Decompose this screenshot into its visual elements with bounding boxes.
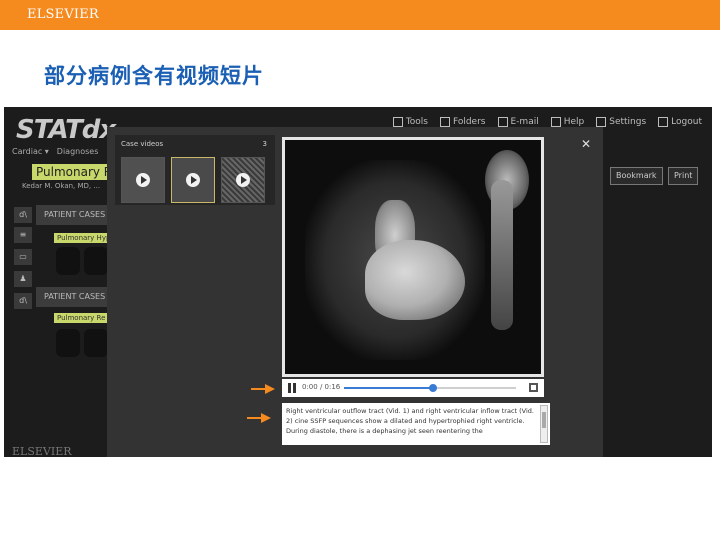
footer-logo: ELSEVIER	[12, 445, 72, 457]
play-icon	[236, 173, 250, 187]
case-thumbnail[interactable]	[56, 247, 80, 275]
seek-progress	[344, 387, 434, 389]
folders-icon	[439, 117, 450, 127]
settings-icon	[596, 117, 607, 127]
patient-cases-header[interactable]: PATIENT CASES	[36, 205, 114, 225]
video-modal: Case videos 3 ✕ 0:00 / 0:16 Right ventri…	[107, 127, 603, 457]
print-button[interactable]: Print	[668, 167, 699, 185]
seek-bar[interactable]	[344, 384, 516, 392]
toolbar-label: Help	[563, 117, 585, 127]
logout-button[interactable]: Logout	[658, 117, 702, 127]
help-button[interactable]: Help	[550, 117, 585, 127]
author-line: Kedar M. Okan, MD, ...	[22, 182, 101, 190]
email-button[interactable]: E-mail	[497, 117, 539, 127]
list-icon[interactable]: ≡	[14, 227, 32, 243]
scrollbar-thumb[interactable]	[542, 412, 546, 428]
close-icon[interactable]: ✕	[581, 137, 591, 151]
play-icon	[136, 173, 150, 187]
patient-cases-header[interactable]: PATIENT CASES	[36, 287, 114, 307]
toolbar-label: Settings	[609, 117, 647, 127]
mri-heart	[365, 240, 465, 320]
caption-text: Right ventricular outflow tract (Vid. 1)…	[286, 407, 534, 435]
video-caption: Right ventricular outflow tract (Vid. 1)…	[282, 403, 550, 445]
app-logo: STATdx	[16, 115, 116, 145]
tools-button[interactable]: Tools	[392, 117, 428, 127]
tools-icon	[392, 117, 403, 127]
help-icon	[550, 117, 561, 127]
toolbar-label: Logout	[671, 117, 702, 127]
video-thumbnail-2[interactable]	[171, 157, 215, 203]
logout-icon	[658, 117, 669, 127]
top-bar: ELSEVIER	[0, 0, 720, 30]
nav-item[interactable]: Diagnoses	[57, 147, 99, 156]
case-thumbnail[interactable]	[84, 247, 108, 275]
time-readout: 0:00 / 0:16	[302, 383, 341, 391]
top-toolbar: Tools Folders E-mail Help Settings Logout	[392, 117, 702, 127]
bookmark-button[interactable]: Bookmark	[610, 167, 663, 185]
nav-item[interactable]: Cardiac ▾	[12, 147, 49, 156]
email-icon	[497, 117, 508, 127]
video-thumbnail-1[interactable]	[121, 157, 165, 203]
toolbar-label: E-mail	[510, 117, 539, 127]
fullscreen-icon[interactable]	[529, 383, 538, 392]
breadcrumb: Cardiac ▾ Diagnoses	[12, 147, 98, 156]
case-videos-count: 3	[262, 140, 267, 148]
publisher-logo: ELSEVIER	[27, 7, 99, 22]
case-videos-panel: Case videos 3	[115, 135, 275, 205]
case-videos-title: Case videos	[121, 140, 164, 148]
video-thumbnail-3[interactable]	[221, 157, 265, 203]
mri-vessel	[491, 180, 513, 330]
pause-icon[interactable]	[288, 383, 296, 393]
case-sublabel[interactable]: Pulmonary Re	[54, 313, 112, 323]
play-icon	[186, 173, 200, 187]
image-icon[interactable]: ▭	[14, 249, 32, 265]
toolbar-label: Folders	[452, 117, 486, 127]
ddx-case-icon[interactable]: d\	[14, 293, 32, 309]
case-thumbnail[interactable]	[84, 329, 108, 357]
ddx-icon[interactable]: d\	[14, 207, 32, 223]
slide: ELSEVIER 部分病例含有视频短片 STATdx Tools Folders E…	[0, 0, 720, 540]
case-thumbnail[interactable]	[56, 329, 80, 357]
case-sublabel[interactable]: Pulmonary Hyp	[54, 233, 112, 243]
settings-button[interactable]: Settings	[596, 117, 646, 127]
video-controls: 0:00 / 0:16	[282, 379, 544, 397]
folders-button[interactable]: Folders	[439, 117, 486, 127]
app-screenshot: STATdx Tools Folders E-mail Help Settings Log…	[4, 107, 712, 457]
video-player[interactable]	[282, 137, 544, 377]
slide-title: 部分病例含有视频短片	[44, 64, 264, 88]
toolbar-label: Tools	[405, 117, 428, 127]
arrow-to-caption	[247, 413, 271, 423]
anatomy-icon[interactable]: ♟	[14, 271, 32, 287]
seek-handle[interactable]	[429, 384, 438, 392]
arrow-to-controls	[251, 384, 275, 394]
caption-scrollbar[interactable]	[540, 405, 548, 443]
